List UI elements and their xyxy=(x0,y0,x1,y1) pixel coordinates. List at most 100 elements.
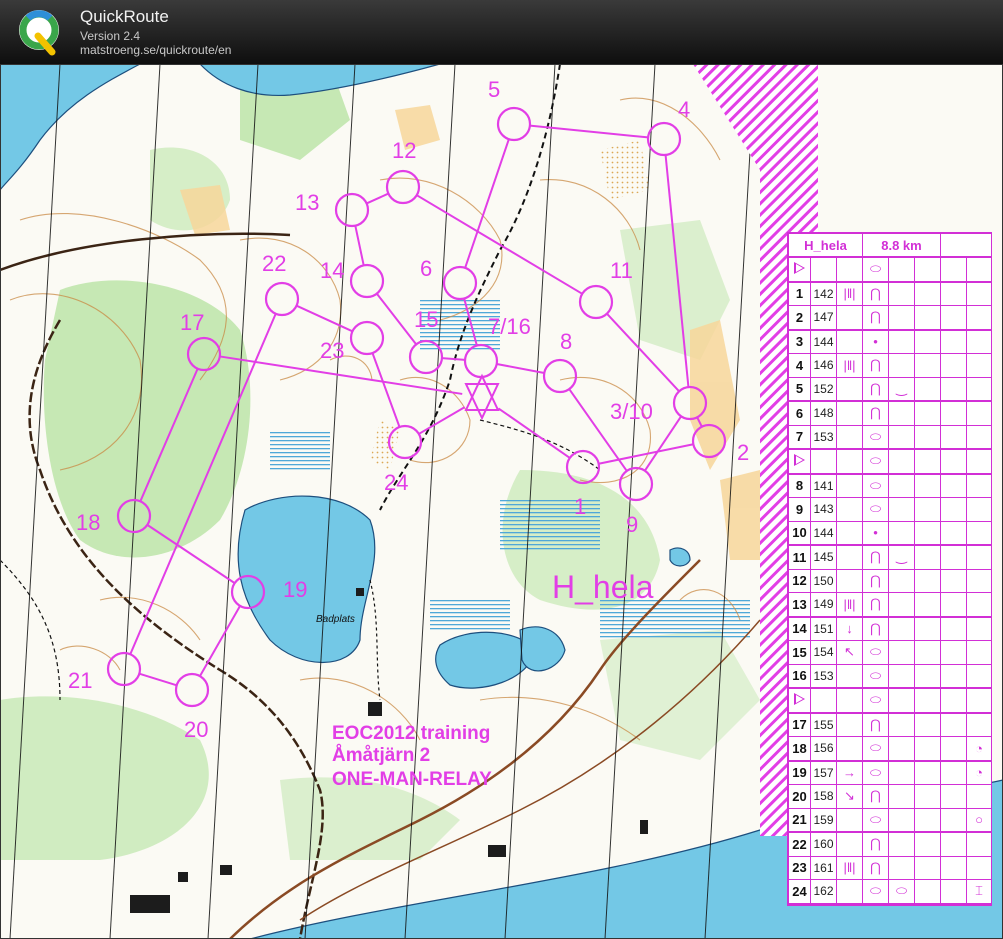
description-empty-cell xyxy=(940,305,967,331)
description-symbol-c3 xyxy=(836,544,863,570)
description-symbol-c8 xyxy=(966,831,992,857)
description-control-code: 152 xyxy=(810,376,837,402)
description-symbol-c8: ◔ xyxy=(966,760,992,785)
description-symbol-c4: ⋂ xyxy=(862,784,889,809)
description-symbol-c5: ‿ xyxy=(888,544,915,570)
description-symbol-c8 xyxy=(966,568,992,593)
description-empty-cell xyxy=(914,305,941,331)
description-symbol-c3: |‖| xyxy=(836,855,863,880)
description-symbol-c3: ↘ xyxy=(836,784,863,809)
description-symbol-c3 xyxy=(836,663,863,689)
start-triangle-icon xyxy=(794,453,805,466)
description-empty-cell xyxy=(914,473,941,498)
description-symbol-c3 xyxy=(836,424,863,450)
description-control-number: 15 xyxy=(788,640,811,665)
start-triangle-icon xyxy=(794,692,805,705)
description-empty-cell xyxy=(940,424,967,450)
description-control-code: 162 xyxy=(810,879,837,905)
control-number-label: 7/16 xyxy=(488,314,531,339)
description-course-length: 8.8 km xyxy=(862,233,941,258)
description-empty-cell xyxy=(940,520,967,546)
description-empty-cell xyxy=(940,736,967,762)
control-number-label: 23 xyxy=(320,338,344,363)
control-number-label: 5 xyxy=(488,77,500,102)
description-control-number: 4 xyxy=(788,353,811,378)
description-control-code: 155 xyxy=(810,712,837,737)
description-control-number: 16 xyxy=(788,663,811,689)
control-number-label: 4 xyxy=(678,97,690,122)
control-number-label: 15 xyxy=(414,307,438,332)
description-empty-cell xyxy=(914,784,941,809)
description-symbol-c5: ⬭ xyxy=(888,879,915,905)
description-symbol-c5 xyxy=(888,497,915,522)
control-number-label: 3/10 xyxy=(610,399,653,424)
description-control-code: 144 xyxy=(810,329,837,354)
description-row: 5 152 ⋂ ‿ xyxy=(788,376,992,402)
control-description-sheet: H_hela 8.8 km ⬭ 1 142 |‖| ⋂ 2 147 ⋂ 3 144 • 4 146 |‖|… xyxy=(787,232,992,906)
description-symbol-c4: ⬭ xyxy=(862,879,889,905)
description-row: 9 143 ⬭ xyxy=(788,497,992,522)
description-empty-cell xyxy=(914,448,941,475)
description-course-name: H_hela xyxy=(788,233,863,258)
app-url[interactable]: matstroeng.se/quickroute/en xyxy=(80,43,231,57)
description-symbol-c3 xyxy=(836,568,863,593)
description-symbol-c5 xyxy=(888,831,915,857)
control-number-label: 8 xyxy=(560,329,572,354)
description-symbol-c3: |‖| xyxy=(836,353,863,378)
course-name-label: H_hela xyxy=(552,569,654,605)
description-symbol-c3: ↓ xyxy=(836,616,863,641)
description-control-number: 12 xyxy=(788,568,811,593)
description-symbol-c8 xyxy=(966,473,992,498)
description-empty-cell xyxy=(914,663,941,689)
description-control-code: 146 xyxy=(810,353,837,378)
description-control-code xyxy=(810,256,837,283)
description-empty-cell xyxy=(914,760,941,785)
description-symbol-c3 xyxy=(836,256,863,283)
description-empty-cell xyxy=(914,712,941,737)
description-symbol-c5 xyxy=(888,855,915,880)
description-empty-cell xyxy=(914,807,941,833)
description-empty-cell xyxy=(914,376,941,402)
description-control-number: 11 xyxy=(788,544,811,570)
description-empty-cell xyxy=(940,473,967,498)
description-control-number: 1 xyxy=(788,281,811,306)
control-number-label: 2 xyxy=(737,440,749,465)
description-symbol-c5 xyxy=(888,807,915,833)
description-symbol-c8 xyxy=(966,784,992,809)
description-symbol-c8 xyxy=(966,640,992,665)
control-number-label: 13 xyxy=(295,190,319,215)
description-control-code: 157 xyxy=(810,760,837,785)
control-number-label: 9 xyxy=(626,512,638,537)
event-line-3: ONE-MAN-RELAY xyxy=(332,769,492,790)
description-empty-cell xyxy=(914,497,941,522)
description-symbol-c3: ↖ xyxy=(836,640,863,665)
control-number-label: 24 xyxy=(384,470,408,495)
description-control-code: 156 xyxy=(810,736,837,762)
description-symbol-c4: ⬭ xyxy=(862,424,889,450)
description-control-number: 3 xyxy=(788,329,811,354)
description-empty-cell xyxy=(940,568,967,593)
description-symbol-c4: ⋂ xyxy=(862,305,889,331)
control-number-label: 1 xyxy=(574,494,586,519)
description-symbol-c5 xyxy=(888,400,915,426)
description-symbol-c4: ⬭ xyxy=(862,256,889,283)
description-symbol-c3: → xyxy=(836,760,863,785)
description-symbol-c4: ⬭ xyxy=(862,497,889,522)
description-symbol-c5 xyxy=(888,568,915,593)
description-row: 7 153 ⬭ xyxy=(788,424,992,450)
app-title: QuickRoute xyxy=(80,7,169,26)
description-empty-cell xyxy=(940,497,967,522)
description-symbol-c4: ⬭ xyxy=(862,807,889,833)
description-symbol-c5 xyxy=(888,520,915,546)
description-empty-cell xyxy=(940,807,967,833)
description-symbol-c4: ⋂ xyxy=(862,568,889,593)
description-symbol-c3: |‖| xyxy=(836,592,863,618)
description-symbol-c5 xyxy=(888,616,915,641)
description-symbol-c4: ⬭ xyxy=(862,473,889,498)
control-number-label: 14 xyxy=(320,258,344,283)
description-symbol-c3 xyxy=(836,712,863,737)
description-empty-cell xyxy=(914,687,941,714)
start-triangle-icon xyxy=(794,261,805,274)
description-row: 11 145 ⋂ ‿ xyxy=(788,544,992,570)
description-row: 10 144 • xyxy=(788,520,992,546)
